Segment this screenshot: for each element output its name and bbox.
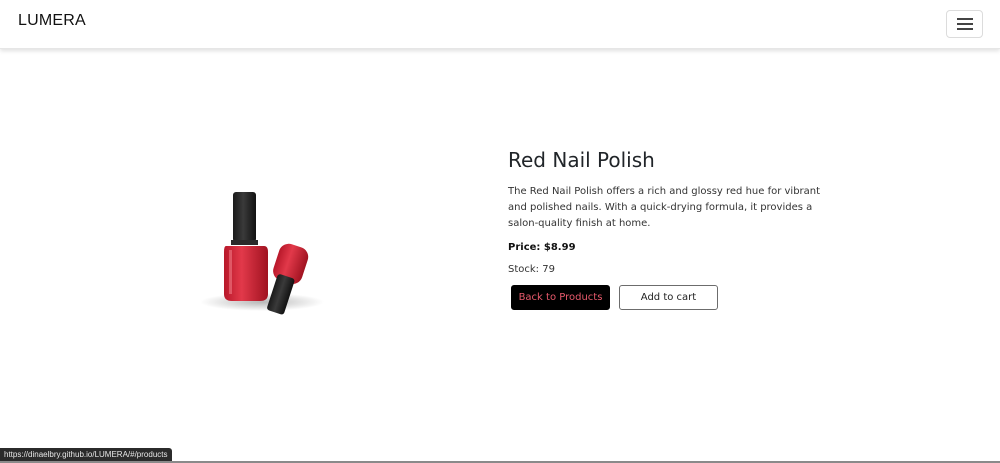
- brand-logo[interactable]: LUMERA: [18, 12, 86, 30]
- price-label: Price:: [508, 242, 541, 253]
- product-price: Price: $8.99: [508, 242, 838, 253]
- stock-label: Stock:: [508, 264, 540, 275]
- stock-value: 79: [542, 264, 555, 275]
- back-to-products-button[interactable]: Back to Products: [511, 285, 610, 310]
- hamburger-menu-icon: [956, 18, 973, 30]
- add-to-cart-button[interactable]: Add to cart: [619, 285, 718, 310]
- price-value: $8.99: [543, 242, 576, 253]
- product-details: Red Nail Polish The Red Nail Polish offe…: [508, 148, 838, 310]
- product-image: [190, 180, 350, 325]
- product-stock: Stock: 79: [508, 264, 838, 275]
- product-actions: Back to Products Add to cart: [511, 285, 838, 310]
- product-title: Red Nail Polish: [508, 148, 655, 172]
- navbar: LUMERA: [0, 0, 1000, 49]
- menu-toggle-button[interactable]: [946, 10, 983, 38]
- product-description: The Red Nail Polish offers a rich and gl…: [508, 186, 821, 229]
